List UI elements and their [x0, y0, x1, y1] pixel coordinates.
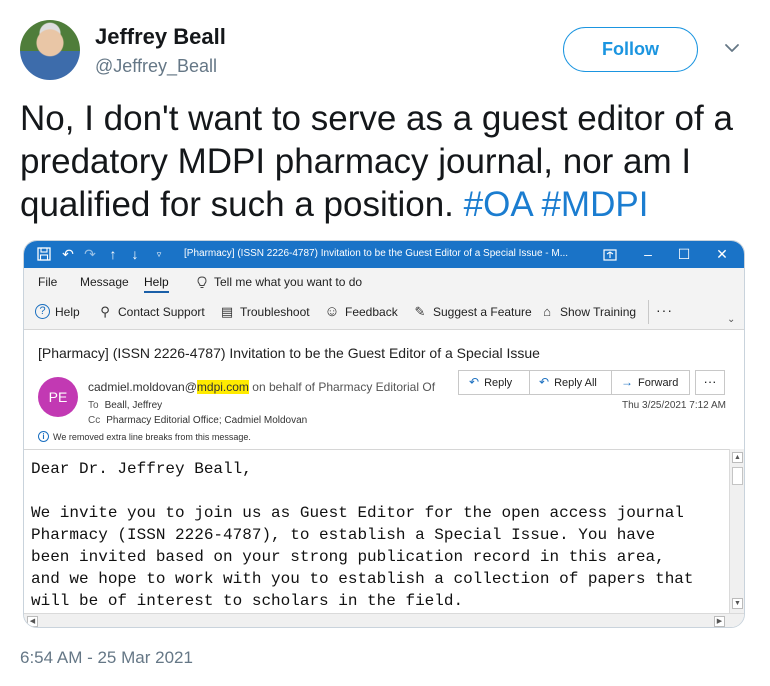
body-line: will be of interest to scholars in the f…	[31, 592, 464, 610]
training-cap-icon: ⌂	[543, 304, 551, 319]
suggest-feature-icon: ✎	[414, 304, 426, 319]
body-line: We invite you to join us as Guest Editor…	[31, 504, 684, 522]
action-divider	[611, 371, 612, 394]
to-line: To Beall, Jeffrey	[88, 400, 162, 411]
menu-file[interactable]: File	[38, 275, 57, 289]
info-bar[interactable]: i We removed extra line breaks from this…	[38, 431, 251, 442]
tweet-text: No, I don't want to serve as a guest edi…	[20, 97, 750, 226]
email-subject: [Pharmacy] (ISSN 2226-4787) Invitation t…	[38, 345, 540, 361]
cc-recipients[interactable]: Pharmacy Editorial Office; Cadmiel Moldo…	[106, 415, 307, 426]
cc-label: Cc	[88, 415, 101, 426]
menu-help[interactable]: Help	[144, 275, 169, 293]
reply-label: Reply	[484, 377, 513, 389]
chevron-down-icon[interactable]	[722, 38, 742, 58]
body-line: and we hope to work with you to establis…	[31, 570, 694, 588]
smiley-icon: ☺	[324, 303, 340, 320]
ribbon-troubleshoot-button[interactable]: ▤ Troubleshoot	[219, 304, 310, 320]
person-support-icon: ⚲	[100, 304, 110, 319]
lightbulb-icon	[197, 275, 207, 288]
ribbon-contact-support-button[interactable]: ⚲ Contact Support	[97, 304, 205, 320]
attached-screenshot[interactable]: ↶ ↷ ↑ ↓ ▿ [Pharmacy] (ISSN 2226-4787) In…	[23, 240, 745, 628]
forward-label: Forward	[638, 377, 679, 389]
body-line: Pharmacy (ISSN 2226-4787), to establish …	[31, 526, 656, 544]
ribbon-more-button[interactable]: ···	[656, 302, 673, 318]
reply-icon: ↶	[469, 375, 480, 389]
cc-line: Cc Pharmacy Editorial Office; Cadmiel Mol…	[88, 415, 307, 426]
sender-line[interactable]: cadmiel.moldovan@mdpi.com on behalf of P…	[88, 380, 435, 394]
menu-message[interactable]: Message	[80, 275, 129, 289]
vertical-scrollbar[interactable]: ▲ ▼	[729, 449, 744, 613]
maximize-button[interactable]: ☐	[666, 241, 702, 268]
email-body[interactable]: Dear Dr. Jeffrey Beall, We invite you to…	[24, 449, 729, 613]
redo-icon[interactable]: ↷	[82, 245, 98, 263]
minimize-button[interactable]: –	[630, 241, 666, 268]
ribbon-suggest-feature-label: Suggest a Feature	[433, 305, 532, 319]
email-date: Thu 3/25/2021 7:12 AM	[622, 400, 726, 411]
action-divider	[529, 371, 530, 394]
scroll-down-arrow[interactable]: ▼	[732, 598, 743, 609]
body-line: Dear Dr. Jeffrey Beall,	[31, 460, 252, 478]
close-button[interactable]: ✕	[704, 241, 740, 268]
follow-button[interactable]: Follow	[563, 27, 698, 72]
hashtag-mdpi[interactable]: #MDPI	[541, 185, 648, 224]
to-label: To	[88, 400, 99, 411]
author-handle[interactable]: @Jeffrey_Beall	[95, 56, 217, 77]
ribbon-suggest-feature-button[interactable]: ✎ Suggest a Feature	[412, 304, 532, 320]
ribbon-troubleshoot-label: Troubleshoot	[240, 305, 310, 319]
window-title: [Pharmacy] (ISSN 2226-4787) Invitation t…	[184, 248, 569, 259]
author-name[interactable]: Jeffrey Beall	[95, 24, 226, 50]
save-icon[interactable]	[36, 245, 52, 263]
author-avatar[interactable]	[20, 20, 80, 80]
sender-email-prefix: cadmiel.moldovan@	[88, 380, 197, 394]
ribbon-contact-support-label: Contact Support	[118, 305, 205, 319]
ribbon-expand-icon[interactable]: ⌄	[727, 314, 735, 325]
arrow-down-icon[interactable]: ↓	[128, 245, 142, 263]
ribbon-help-button[interactable]: ? Help	[35, 304, 80, 319]
tell-me-text: Tell me what you want to do	[214, 275, 363, 289]
reply-all-icon: ↶	[539, 375, 550, 389]
ribbon-help-label: Help	[55, 304, 80, 319]
forward-icon: →	[621, 375, 633, 389]
info-icon: i	[38, 431, 49, 442]
customize-toolbar-icon[interactable]: ▿	[152, 245, 166, 263]
info-text: We removed extra line breaks from this m…	[53, 431, 251, 442]
ribbon-divider	[648, 300, 649, 324]
menu-bar: File Message Help Tell me what you want …	[24, 268, 744, 294]
scroll-left-arrow[interactable]: ◀	[27, 616, 38, 627]
ribbon-toolbar: ? Help ⚲ Contact Support ▤ Troubleshoot …	[24, 294, 744, 330]
outlook-titlebar: ↶ ↷ ↑ ↓ ▿ [Pharmacy] (ISSN 2226-4787) In…	[24, 241, 744, 268]
email-actions: ↶ Reply ↶ Reply All → Forward	[458, 370, 690, 395]
tell-me-box[interactable]: Tell me what you want to do	[196, 275, 362, 289]
sender-avatar[interactable]: PE	[38, 377, 78, 417]
scroll-right-arrow[interactable]: ▶	[714, 616, 725, 627]
reply-all-button[interactable]: ↶ Reply All	[539, 371, 597, 394]
sender-on-behalf: on behalf of Pharmacy Editorial Of	[252, 380, 436, 394]
reply-all-label: Reply All	[554, 377, 597, 389]
horizontal-scrollbar[interactable]: ◀ ▶	[24, 613, 744, 627]
sender-email-domain: mdpi.com	[196, 380, 249, 394]
question-circle-icon: ?	[35, 304, 50, 319]
troubleshoot-icon: ▤	[220, 304, 234, 319]
ribbon-show-training-label: Show Training	[560, 305, 637, 319]
ribbon-feedback-label: Feedback	[345, 305, 398, 319]
more-actions-button[interactable]: ···	[695, 370, 725, 395]
undo-icon[interactable]: ↶	[60, 245, 76, 263]
arrow-up-icon[interactable]: ↑	[106, 245, 120, 263]
ribbon-feedback-button[interactable]: ☺ Feedback	[324, 303, 398, 320]
to-recipient[interactable]: Beall, Jeffrey	[105, 400, 163, 411]
reply-button[interactable]: ↶ Reply	[469, 371, 512, 394]
scroll-thumb[interactable]	[732, 467, 743, 485]
tweet-timestamp[interactable]: 6:54 AM - 25 Mar 2021	[20, 648, 193, 668]
ribbon-show-training-button[interactable]: ⌂ Show Training	[539, 304, 636, 320]
forward-button[interactable]: → Forward	[621, 371, 678, 394]
hashtag-oa[interactable]: #OA	[464, 185, 532, 224]
scroll-up-arrow[interactable]: ▲	[732, 452, 743, 463]
ribbon-display-icon[interactable]	[602, 246, 618, 264]
body-line: been invited based on your strong public…	[31, 548, 665, 566]
